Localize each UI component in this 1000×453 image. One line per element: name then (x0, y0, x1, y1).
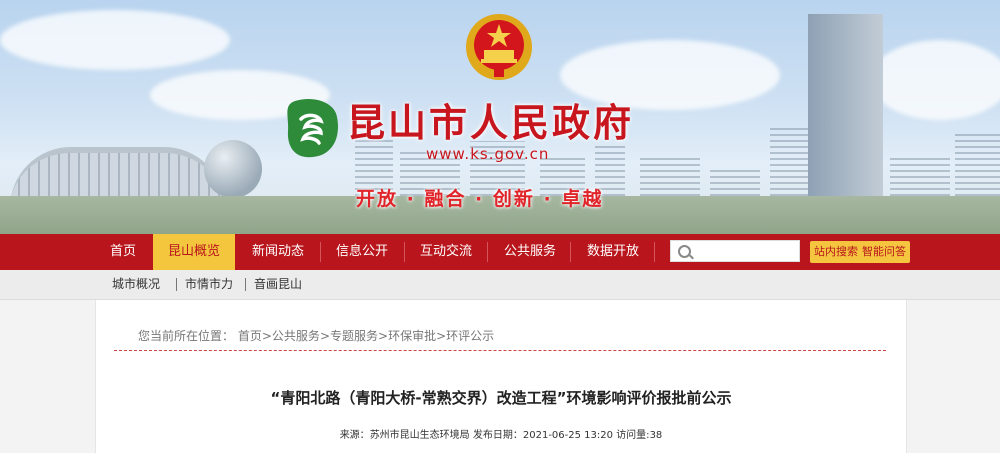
building (955, 131, 1000, 196)
article-date: 2021-06-25 13:20 (522, 430, 613, 441)
dome-building (204, 140, 262, 198)
nav-separator (487, 242, 488, 262)
breadcrumb-item-special-services[interactable]: 专题服务 (330, 329, 378, 343)
site-search-button[interactable]: 站内搜索 (810, 241, 862, 263)
breadcrumb-separator: > (319, 329, 330, 343)
article-source: 苏州市昆山生态环境局 (369, 430, 470, 441)
nav-item-open-data[interactable]: 数据开放 (573, 234, 653, 270)
breadcrumb-prefix: 您当前所在位置： (138, 329, 235, 343)
source-label: 来源： (339, 430, 370, 441)
cloud-decoration (0, 10, 230, 70)
nav-item-interaction[interactable]: 互动交流 (406, 234, 486, 270)
nav-item-public-services[interactable]: 公共服务 (490, 234, 570, 270)
divider (114, 350, 886, 351)
breadcrumb-item-eia-notice[interactable]: 环评公示 (446, 329, 494, 343)
article-title: “青阳北路（青阳大桥-常熟交界）改造工程”环境影响评价报批前公示 (270, 389, 732, 407)
site-url[interactable]: www.ks.gov.cn (426, 145, 549, 163)
building (770, 126, 808, 196)
nav-item-info-disclosure[interactable]: 信息公开 (322, 234, 402, 270)
nav-separator (320, 242, 321, 262)
nav-item-news[interactable]: 新闻动态 (238, 234, 318, 270)
breadcrumb-separator: > (436, 329, 447, 343)
article-container: 您当前所在位置： 首页>公共服务>专题服务>环保审批>环评公示 “青阳北路（青阳… (95, 300, 907, 453)
breadcrumb-separator: > (261, 329, 272, 343)
search-icon (678, 245, 691, 258)
site-title: 昆山市人民政府 (347, 100, 635, 145)
nav-item-overview[interactable]: 昆山概览 (153, 234, 235, 270)
kunshan-logo-icon (287, 98, 338, 158)
breadcrumb-separator: > (378, 329, 389, 343)
subnav-item-city-strength[interactable]: 市情市力 (185, 270, 233, 299)
article-meta: 来源：苏州市昆山生态环境局 发布日期：2021-06-25 13:20 访问量:… (96, 426, 906, 441)
sub-nav: 城市概况 市情市力 音画昆山 (0, 270, 1000, 300)
smart-qa-button[interactable]: 智能问答 (858, 241, 910, 263)
views-label: 访问量: (616, 430, 650, 441)
building (890, 156, 950, 196)
building (710, 166, 760, 196)
date-label: 发布日期： (472, 430, 523, 441)
nav-separator (404, 242, 405, 262)
nav-separator (570, 242, 571, 262)
cloud-decoration (870, 40, 1000, 120)
building (640, 158, 700, 196)
breadcrumb-item-eia-approval[interactable]: 环保审批 (388, 329, 436, 343)
nav-item-home[interactable]: 首页 (98, 234, 148, 270)
header-banner: 昆山市人民政府 www.ks.gov.cn 开放 · 融合 · 创新 · 卓越 (0, 0, 1000, 234)
article-views: 38 (649, 430, 663, 441)
subnav-separator (176, 278, 177, 291)
breadcrumb: 您当前所在位置： 首页>公共服务>专题服务>环保审批>环评公示 (138, 327, 494, 344)
tall-tower (808, 14, 883, 196)
nav-separator (654, 242, 655, 262)
search-input[interactable] (670, 240, 800, 262)
breadcrumb-item-public-services[interactable]: 公共服务 (272, 329, 320, 343)
national-emblem-icon (466, 14, 532, 80)
subnav-separator (245, 278, 246, 291)
subnav-item-city-overview[interactable]: 城市概况 (112, 270, 160, 299)
breadcrumb-item-home[interactable]: 首页 (238, 329, 262, 343)
site-slogan: 开放 · 融合 · 创新 · 卓越 (356, 188, 604, 210)
subnav-item-audio-visual[interactable]: 音画昆山 (254, 270, 302, 299)
